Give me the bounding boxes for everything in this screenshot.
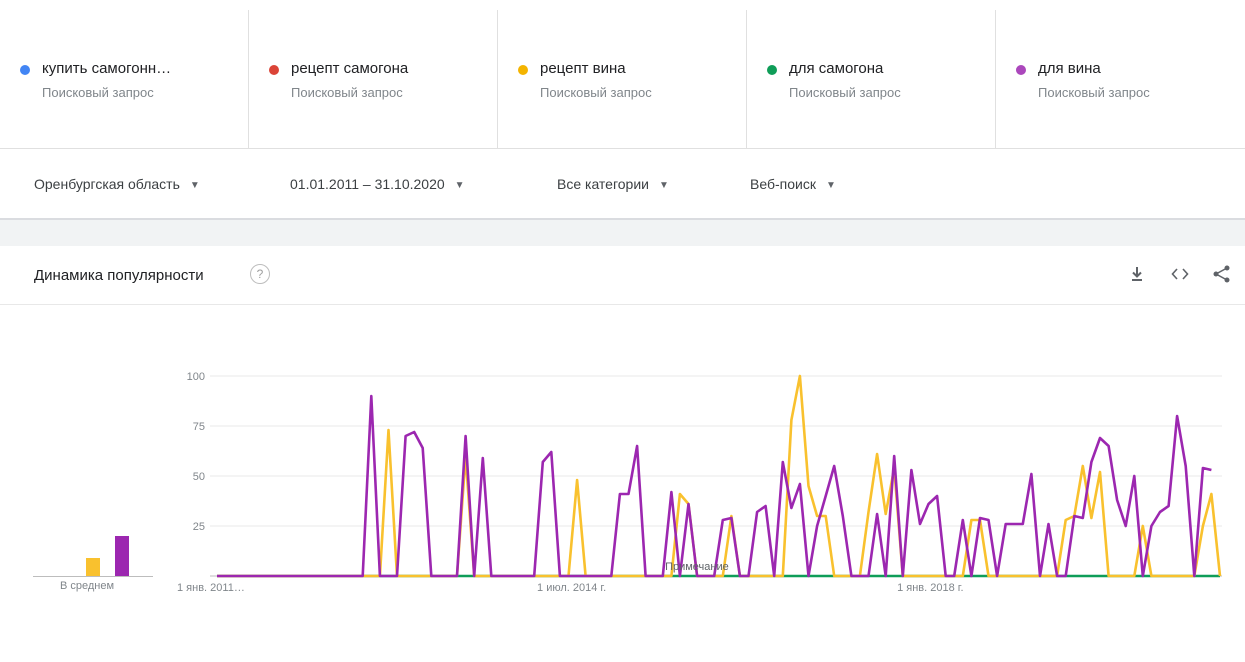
x-tick-label: 1 янв. 2018 г. <box>897 582 963 594</box>
y-tick-label: 100 <box>187 371 205 383</box>
interest-over-time-chart: 100 75 50 25 1 янв. 2011… 1 июл. 2014 г. 1 янв… <box>177 371 1222 594</box>
x-tick-label: 1 янв. 2011… <box>177 582 245 594</box>
y-tick-label: 50 <box>193 471 205 483</box>
y-tick-label: 25 <box>193 521 205 533</box>
x-tick-label: 1 июл. 2014 г. <box>537 582 606 594</box>
y-tick-label: 75 <box>193 421 205 433</box>
annotation-label: Примечание <box>665 561 729 573</box>
